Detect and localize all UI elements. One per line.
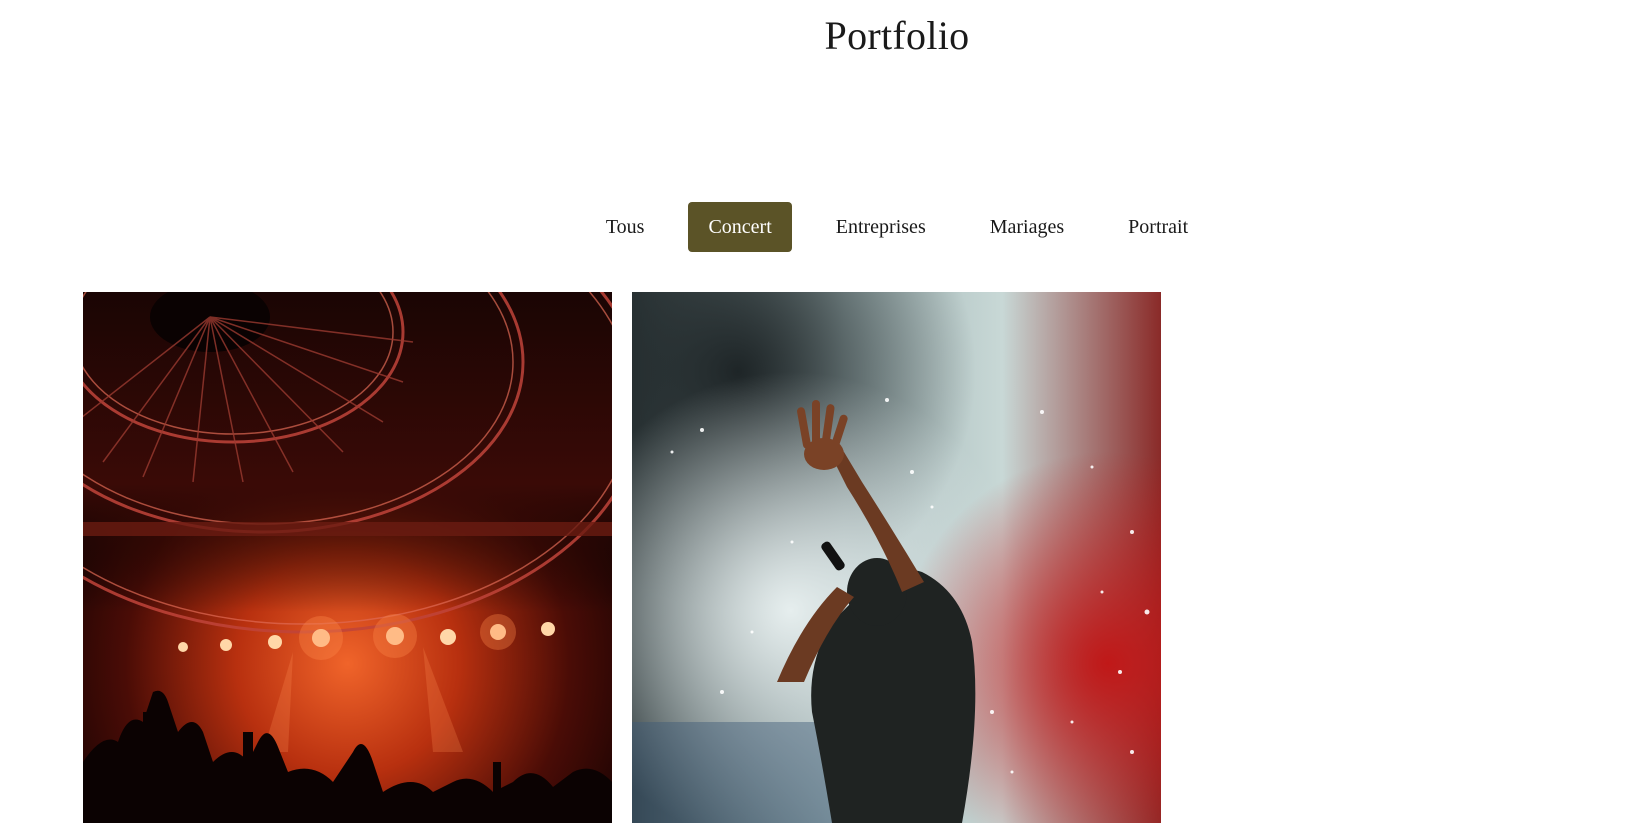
- filter-entreprises-button[interactable]: Entreprises: [816, 202, 946, 252]
- page-title: Portfolio: [824, 13, 970, 58]
- filter-bar: Tous Concert Entreprises Mariages Portra…: [0, 202, 1633, 252]
- singer-smoke-image: [632, 292, 1161, 823]
- filter-tous-button[interactable]: Tous: [586, 202, 665, 252]
- gallery-grid: [83, 292, 1161, 823]
- concert-stage-image: [83, 292, 612, 823]
- filter-mariages-button[interactable]: Mariages: [970, 202, 1084, 252]
- filter-concert-button[interactable]: Concert: [688, 202, 792, 252]
- filter-portrait-button[interactable]: Portrait: [1108, 202, 1208, 252]
- portfolio-page: Portfolio Tous Concert Entreprises Maria…: [0, 0, 1633, 840]
- gallery-photo-concert-stage[interactable]: [83, 292, 612, 823]
- gallery-photo-singer-smoke[interactable]: [632, 292, 1161, 823]
